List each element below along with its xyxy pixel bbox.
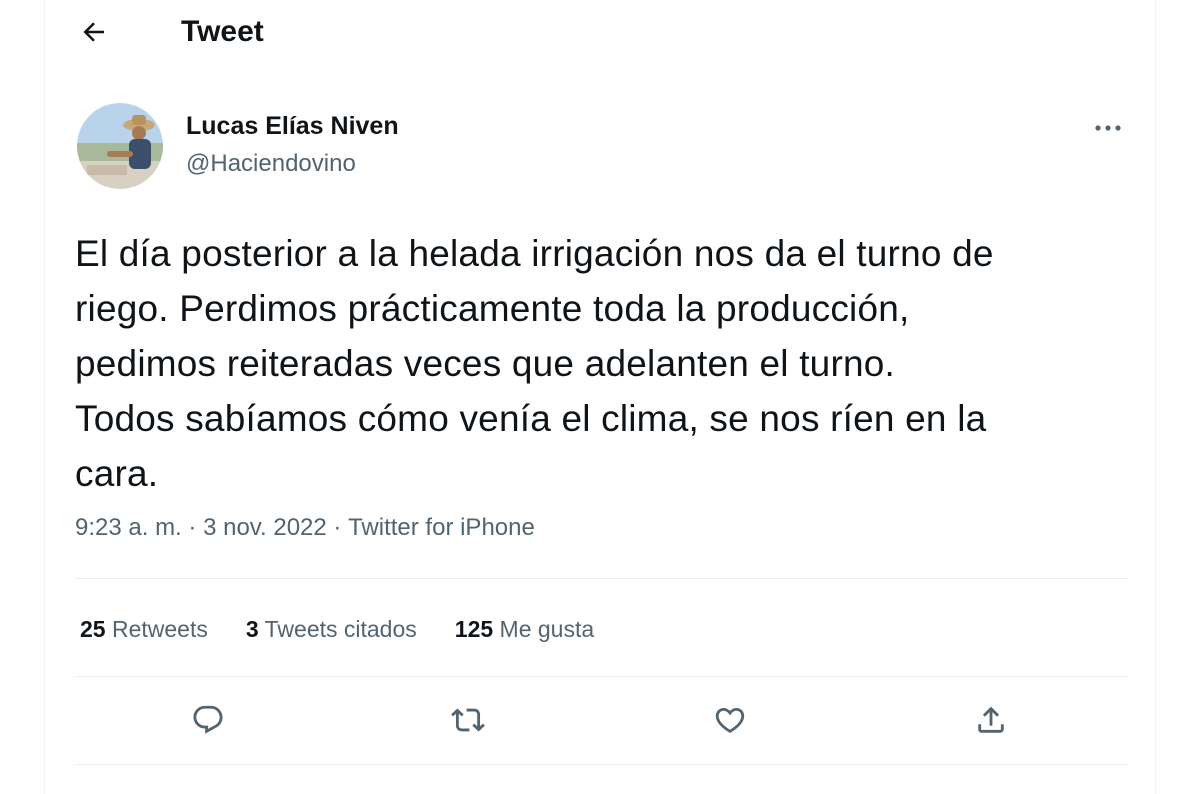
tweet-stats: 25 Retweets 3 Tweets citados 125 Me gust… bbox=[80, 612, 594, 646]
more-options-button[interactable] bbox=[1086, 108, 1130, 148]
likes-label: Me gusta bbox=[499, 616, 595, 642]
reply-button[interactable] bbox=[186, 698, 230, 742]
divider-bottom bbox=[75, 764, 1128, 765]
retweets-stat[interactable]: 25 Retweets bbox=[80, 612, 208, 646]
tweet-time[interactable]: 9:23 a. m. bbox=[75, 512, 182, 544]
meta-space-3 bbox=[341, 512, 348, 544]
avatar[interactable] bbox=[77, 103, 163, 189]
like-button[interactable] bbox=[708, 698, 752, 742]
meta-separator bbox=[182, 512, 189, 544]
like-icon bbox=[715, 707, 745, 733]
likes-stat[interactable]: 125 Me gusta bbox=[455, 612, 594, 646]
author-name[interactable]: Lucas Elías Niven bbox=[186, 111, 399, 141]
retweet-icon bbox=[451, 708, 485, 732]
author-handle[interactable]: @Haciendovino bbox=[186, 149, 356, 179]
meta-separator-dot-2: · bbox=[333, 514, 342, 541]
quotes-label: Tweets citados bbox=[264, 616, 417, 642]
retweet-button[interactable] bbox=[446, 698, 490, 742]
avatar-photo bbox=[77, 103, 163, 189]
divider-middle bbox=[75, 676, 1128, 677]
reply-icon bbox=[193, 705, 223, 734]
tweet-meta: 9:23 a. m. · 3 nov. 2022 · Twitter for i… bbox=[75, 512, 535, 544]
page-title: Tweet bbox=[181, 15, 264, 48]
meta-separator-dot: · bbox=[188, 514, 197, 541]
meta-space-2 bbox=[327, 512, 334, 544]
meta-space bbox=[196, 512, 203, 544]
tweet-source[interactable]: Twitter for iPhone bbox=[348, 512, 535, 544]
share-button[interactable] bbox=[969, 698, 1013, 742]
tweet-date[interactable]: 3 nov. 2022 bbox=[203, 512, 327, 544]
back-button[interactable] bbox=[74, 12, 114, 52]
more-icon bbox=[1095, 125, 1121, 131]
share-icon bbox=[978, 706, 1004, 733]
likes-count: 125 bbox=[454, 616, 494, 642]
quotes-count: 3 bbox=[245, 616, 259, 642]
tweet-text: El día posterior a la helada irrigación … bbox=[75, 233, 994, 494]
divider-top bbox=[75, 578, 1128, 579]
quotes-stat[interactable]: 3 Tweets citados bbox=[246, 612, 417, 646]
arrow-left-icon bbox=[83, 22, 104, 42]
retweets-count: 25 bbox=[80, 616, 106, 642]
retweets-label: Retweets bbox=[111, 616, 208, 642]
